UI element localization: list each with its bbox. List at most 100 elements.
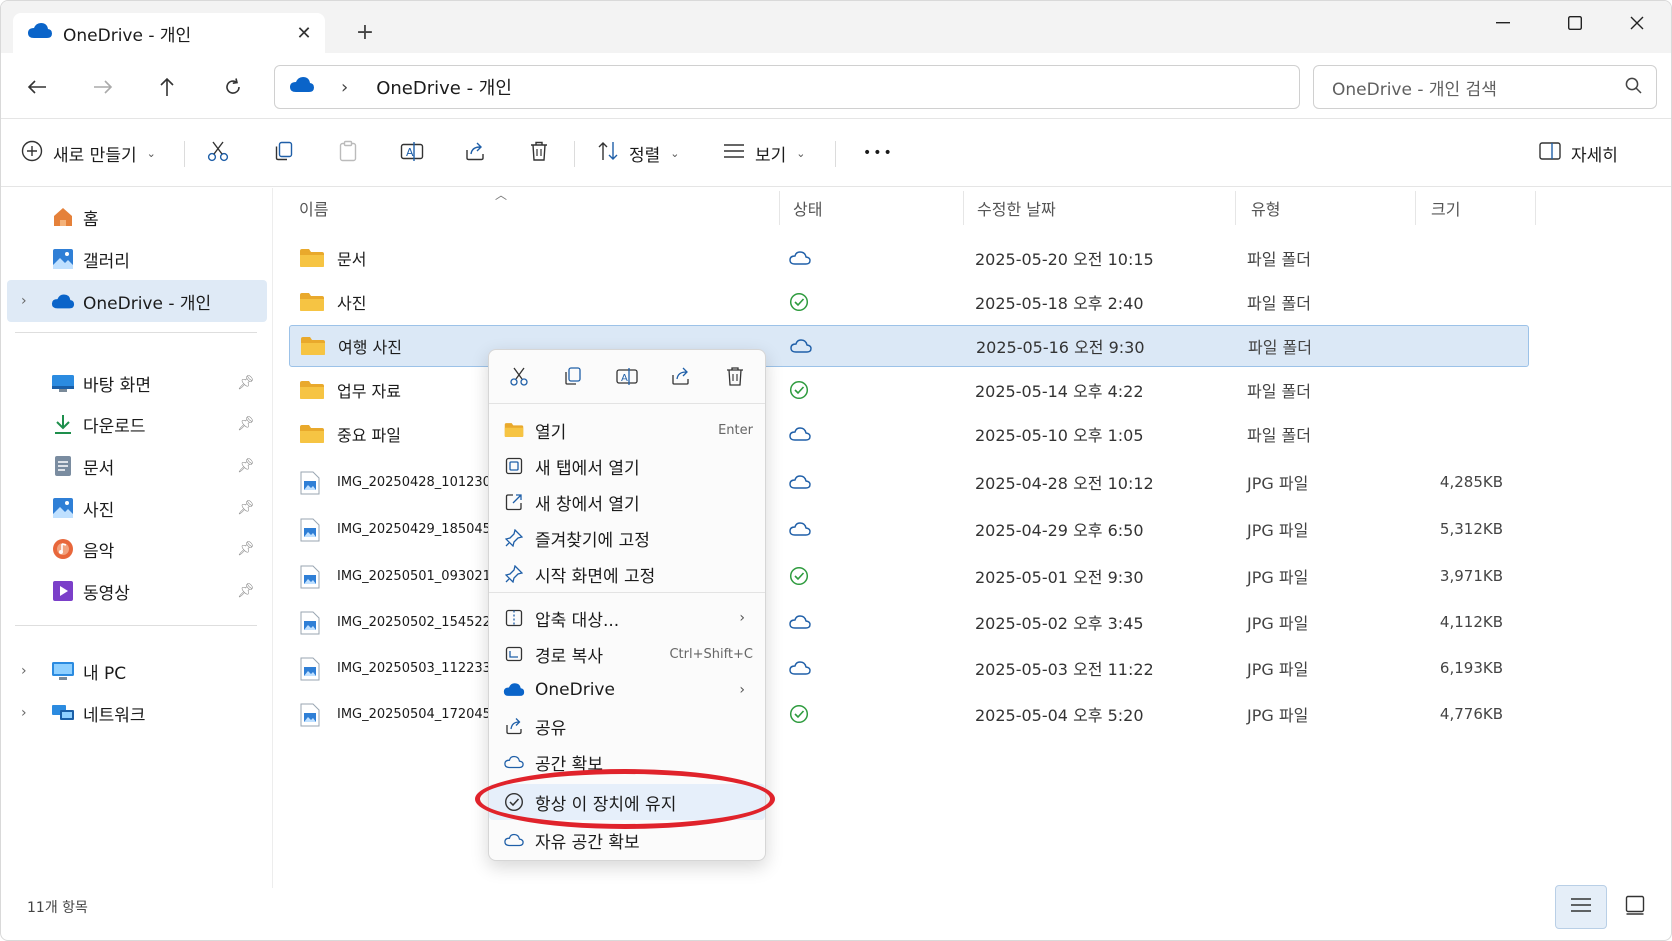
pin-icon[interactable]: 📌︎: [237, 416, 255, 432]
sidebar-item-this-pc[interactable]: › 내 PC: [7, 650, 267, 692]
close-tab-icon[interactable]: ✕: [287, 16, 321, 50]
sidebar-item-downloads[interactable]: 다운로드 📌︎: [7, 403, 267, 445]
column-header-size[interactable]: 크기: [1431, 188, 1460, 228]
sidebar-item-pictures[interactable]: 사진 📌︎: [7, 487, 267, 529]
column-header-status[interactable]: 상태: [793, 188, 822, 228]
pin-icon[interactable]: 📌︎: [237, 500, 255, 516]
address-bar[interactable]: › OneDrive - 개인: [274, 65, 1300, 109]
minimize-button[interactable]: [1471, 1, 1535, 45]
rename-button[interactable]: A: [611, 362, 643, 394]
context-menu-item[interactable]: 시작 화면에 고정: [489, 556, 765, 592]
new-button[interactable]: 새로 만들기 ⌄: [21, 133, 156, 173]
sidebar-item-label: 사진: [83, 500, 115, 521]
context-menu-item[interactable]: OneDrive ›: [489, 672, 765, 708]
sort-button[interactable]: 정렬 ⌄: [597, 133, 680, 173]
modified-date: 2025-05-02 오후 3:45: [975, 614, 1144, 633]
cloud-status-icon: [789, 508, 811, 550]
copy-button[interactable]: [557, 362, 589, 394]
file-row[interactable]: IMG_20250501_093021.jpg 2025-05-01 오전 9:3…: [289, 555, 1529, 597]
sidebar-item-onedrive[interactable]: › OneDrive - 개인: [7, 280, 267, 322]
delete-button[interactable]: [719, 362, 751, 394]
tiles-view-button[interactable]: [1609, 885, 1661, 929]
context-menu-item[interactable]: 공유: [489, 708, 765, 744]
file-row[interactable]: IMG_20250504_172045.jpg 2025-05-04 오후 5:2…: [289, 693, 1529, 735]
chevron-right-icon[interactable]: ›: [21, 293, 27, 309]
file-row[interactable]: IMG_20250428_101230.jpg 2025-04-28 오전 10:…: [289, 461, 1529, 503]
tab-onedrive[interactable]: OneDrive - 개인 ✕: [13, 13, 325, 53]
pin-icon[interactable]: 📌︎: [237, 541, 255, 557]
file-row[interactable]: IMG_20250429_185045.jpg 2025-04-29 오후 6:5…: [289, 508, 1529, 550]
sidebar-item-gallery[interactable]: 갤러리: [7, 238, 267, 280]
paste-button[interactable]: [337, 133, 359, 173]
sidebar-item-music[interactable]: 음악 📌︎: [7, 528, 267, 570]
file-row[interactable]: 사진 2025-05-18 오후 2:40 파일 폴더: [289, 281, 1529, 323]
view-button[interactable]: 보기 ⌄: [723, 133, 806, 173]
cut-button[interactable]: [503, 362, 535, 394]
highlight-annotation: [475, 769, 775, 829]
context-menu-item[interactable]: 압축 대상... ›: [489, 600, 765, 636]
file-row[interactable]: 여행 사진 2025-05-16 오전 9:30 파일 폴더: [289, 325, 1529, 367]
up-button[interactable]: [147, 67, 187, 107]
delete-button[interactable]: [528, 133, 550, 173]
details-view-button[interactable]: [1555, 885, 1607, 929]
pin-icon[interactable]: 📌︎: [237, 583, 255, 599]
column-divider[interactable]: [1415, 191, 1416, 225]
file-size: [1419, 369, 1503, 411]
maximize-button[interactable]: [1543, 1, 1607, 45]
rename-button[interactable]: A: [400, 133, 424, 173]
share-button[interactable]: [665, 362, 697, 394]
search-box[interactable]: OneDrive - 개인 검색: [1313, 65, 1657, 109]
modified-date: 2025-04-28 오전 10:12: [975, 474, 1154, 493]
sidebar-item-home[interactable]: 홈: [7, 196, 267, 238]
context-menu-item[interactable]: 열기 Enter: [489, 412, 765, 448]
file-explorer-window: OneDrive - 개인 ✕ + › OneDrive - 개인 OneDri…: [0, 0, 1672, 941]
onedrive-icon: [503, 679, 525, 701]
column-header-modified[interactable]: 수정한 날짜: [977, 188, 1056, 228]
modified-date: 2025-05-10 오후 1:05: [975, 426, 1144, 445]
music-icon: [51, 537, 75, 561]
sidebar-item-videos[interactable]: 동영상 📌︎: [7, 570, 267, 612]
pin-icon[interactable]: 📌︎: [237, 375, 255, 391]
address-path[interactable]: OneDrive - 개인: [376, 74, 512, 100]
close-window-button[interactable]: [1605, 1, 1669, 45]
context-menu-item[interactable]: 새 탭에서 열기: [489, 448, 765, 484]
column-divider[interactable]: [779, 191, 780, 225]
copy-button[interactable]: [273, 133, 295, 173]
column-header-type[interactable]: 유형: [1251, 188, 1280, 228]
column-header-name[interactable]: 이름: [299, 188, 328, 228]
share-button[interactable]: [464, 133, 486, 173]
file-row[interactable]: 중요 파일 2025-05-10 오후 1:05 파일 폴더: [289, 413, 1529, 455]
pin-icon[interactable]: 📌︎: [237, 458, 255, 474]
chevron-right-icon[interactable]: ›: [341, 77, 348, 98]
file-row[interactable]: IMG_20250503_112233.jpg 2025-05-03 오전 11:…: [289, 647, 1529, 689]
search-input[interactable]: OneDrive - 개인 검색: [1332, 75, 1625, 100]
file-name-cell: 문서: [299, 237, 366, 279]
context-menu-item[interactable]: 새 창에서 열기: [489, 484, 765, 520]
svg-text:A: A: [621, 373, 628, 384]
back-button[interactable]: [17, 67, 57, 107]
more-options-button[interactable]: •••: [863, 133, 894, 173]
context-menu-item[interactable]: 즐겨찾기에 고정: [489, 520, 765, 556]
column-divider[interactable]: [1235, 191, 1236, 225]
file-row[interactable]: IMG_20250502_154522.jpg 2025-05-02 오후 3:4…: [289, 601, 1529, 643]
cut-button[interactable]: [207, 133, 229, 173]
chevron-right-icon: ›: [739, 682, 745, 698]
column-divider[interactable]: [1535, 191, 1536, 225]
chevron-down-icon: ⌄: [796, 146, 806, 160]
column-divider[interactable]: [963, 191, 964, 225]
context-menu-item[interactable]: 경로 복사 Ctrl+Shift+C: [489, 636, 765, 672]
refresh-button[interactable]: [213, 67, 253, 107]
sidebar-item-network[interactable]: › 네트워크: [7, 692, 267, 734]
sidebar-item-desktop[interactable]: 바탕 화면 📌︎: [7, 362, 267, 404]
file-row[interactable]: 업무 자료 2025-05-14 오후 4:22 파일 폴더: [289, 369, 1529, 411]
details-view-icon: [1570, 896, 1592, 918]
new-tab-button[interactable]: +: [348, 15, 382, 49]
details-button[interactable]: 자세히: [1539, 133, 1618, 173]
chevron-right-icon[interactable]: ›: [21, 705, 27, 721]
chevron-right-icon[interactable]: ›: [21, 663, 27, 679]
file-row[interactable]: 문서 2025-05-20 오전 10:15 파일 폴더: [289, 237, 1529, 279]
sidebar-item-documents[interactable]: 문서 📌︎: [7, 445, 267, 487]
forward-button[interactable]: [83, 67, 123, 107]
file-type: 파일 폴더: [1247, 382, 1311, 401]
open-new-window-icon: [503, 491, 525, 513]
